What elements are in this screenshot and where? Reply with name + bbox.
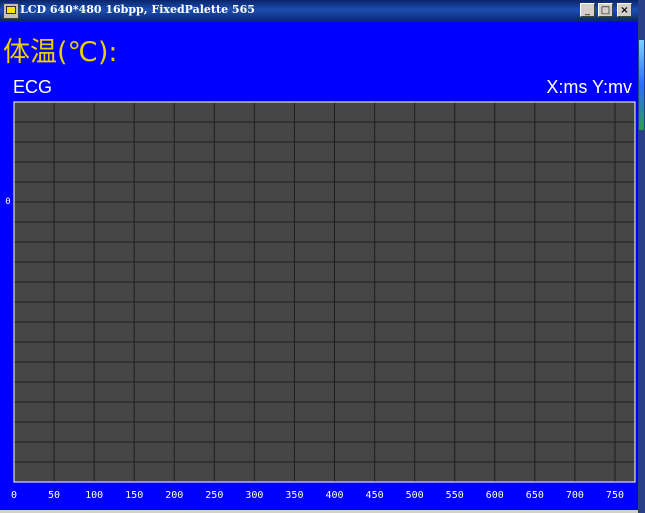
x-tick-label: 0: [11, 490, 17, 501]
x-tick-label: 600: [486, 490, 504, 501]
x-tick-label: 250: [205, 490, 223, 501]
x-tick-label: 100: [85, 490, 103, 501]
x-tick-label: 750: [606, 490, 624, 501]
x-tick-label: 50: [48, 490, 60, 501]
emulator-window: LCD 640*480 16bpp, FixedPalette 565 _ □ …: [0, 0, 638, 513]
x-tick-label: 550: [446, 490, 464, 501]
desktop-edge: [638, 0, 645, 513]
plot-area: [14, 102, 635, 482]
x-tick-label: 300: [245, 490, 263, 501]
x-tick-label: 500: [406, 490, 424, 501]
x-tick-label: 150: [125, 490, 143, 501]
x-tick-label: 400: [325, 490, 343, 501]
x-tick-label: 650: [526, 490, 544, 501]
x-tick-label: 450: [366, 490, 384, 501]
x-tick-label: 200: [165, 490, 183, 501]
x-tick-label: 700: [566, 490, 584, 501]
ecg-plot: 0 50 100 150 200 250 300 350 400 450 500 550 600 650 7…: [5, 101, 636, 501]
x-tick-label: 350: [285, 490, 303, 501]
y-tick-label: 0: [5, 197, 10, 207]
